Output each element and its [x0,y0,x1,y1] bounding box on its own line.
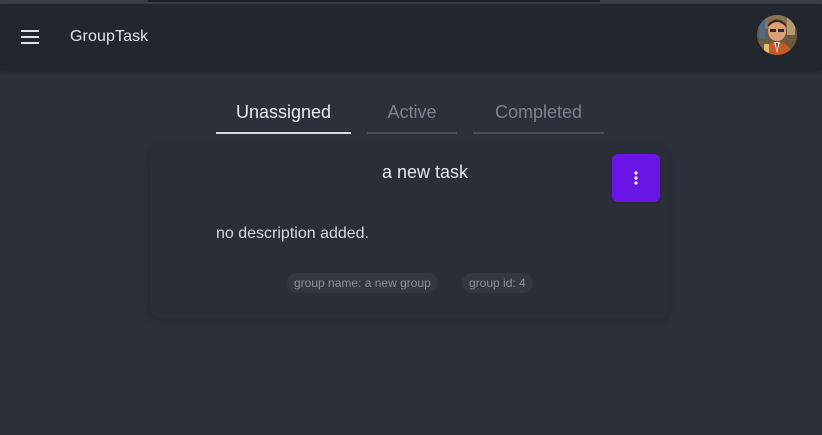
group-name-chip: group name: a new group [287,273,438,293]
browser-top-segment [148,0,600,2]
group-id-chip: group id: 4 [462,273,533,293]
task-menu-button[interactable] [612,154,660,202]
menu-button[interactable] [14,21,46,53]
tab-label: Active [387,101,437,122]
tab-completed[interactable]: Completed [473,92,604,134]
app-bar: GroupTask [0,4,822,70]
tab-unassigned[interactable]: Unassigned [216,92,351,134]
more-vertical-icon [634,171,638,185]
tab-label: Completed [494,101,583,122]
task-description: no description added. [216,225,369,242]
user-avatar[interactable] [757,15,797,55]
hamburger-menu-icon [21,30,39,44]
tab-active[interactable]: Active [367,92,457,134]
app-title: GroupTask [70,28,149,45]
avatar-image [757,15,797,55]
task-card: a new task no description added. group n… [150,147,669,318]
tab-label: Unassigned [235,101,332,122]
